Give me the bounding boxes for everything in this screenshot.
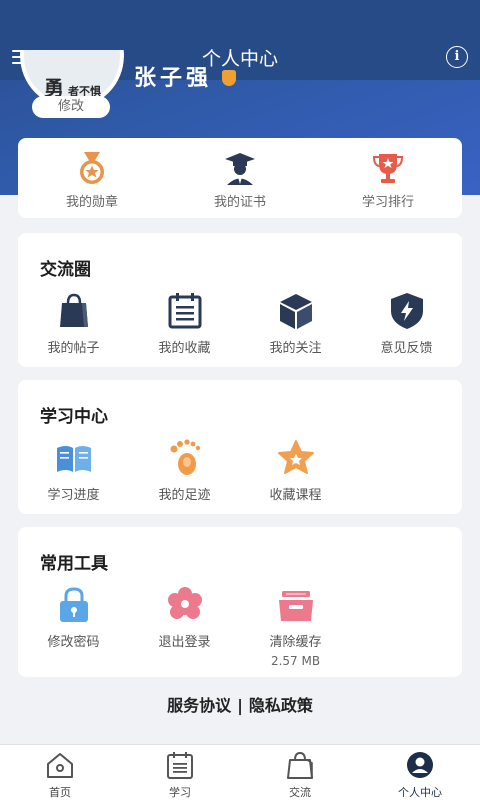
shield-bolt-icon xyxy=(387,291,427,331)
my-posts-label: 我的帖子 xyxy=(47,341,100,356)
my-follows-button[interactable]: 我的关注 xyxy=(240,291,351,356)
study-center-card: 学习中心 学习进度 我的足迹 收藏课程 xyxy=(18,380,462,514)
cube-icon xyxy=(276,291,316,331)
clear-cache-button[interactable]: 清除缓存 2.57 MB xyxy=(240,585,351,668)
study-ranking-button[interactable]: 学习排行 xyxy=(314,150,462,210)
study-center-title: 学习中心 xyxy=(40,407,108,427)
tab-community-label: 交流 xyxy=(289,786,311,799)
my-footprints-label: 我的足迹 xyxy=(158,488,211,503)
favorite-courses-button[interactable]: 收藏课程 xyxy=(240,438,351,503)
my-favorites-label: 我的收藏 xyxy=(158,341,211,356)
tab-study-label: 学习 xyxy=(169,786,191,799)
my-medals-label: 我的勋章 xyxy=(65,195,118,210)
person-icon xyxy=(405,751,435,779)
change-password-button[interactable]: 修改密码 xyxy=(18,585,129,650)
clear-cache-label: 清除缓存 xyxy=(269,635,322,650)
privacy-policy-link[interactable]: 隐私政策 xyxy=(249,696,313,715)
community-card: 交流圈 我的帖子 我的收藏 我的关注 意见反馈 xyxy=(18,233,462,367)
my-posts-button[interactable]: 我的帖子 xyxy=(18,291,129,356)
shopping-bag-icon xyxy=(285,751,315,779)
home-icon xyxy=(45,751,75,779)
service-agreement-link[interactable]: 服务协议 xyxy=(167,696,231,715)
medal-icon xyxy=(74,150,110,186)
footprint-icon xyxy=(165,438,205,478)
tray-icon xyxy=(276,585,316,625)
favorite-courses-label: 收藏课程 xyxy=(269,488,322,503)
my-certificates-label: 我的证书 xyxy=(213,195,266,210)
flower-icon xyxy=(165,585,205,625)
star-icon xyxy=(276,438,316,478)
trophy-icon xyxy=(370,150,406,186)
graduate-icon xyxy=(222,150,258,186)
tab-study[interactable]: 学习 xyxy=(120,751,240,800)
change-password-label: 修改密码 xyxy=(47,635,100,650)
tools-title: 常用工具 xyxy=(40,554,108,574)
list-icon xyxy=(165,291,205,331)
tab-home[interactable]: 首页 xyxy=(0,751,120,800)
study-ranking-label: 学习排行 xyxy=(361,195,414,210)
info-icon[interactable]: i xyxy=(446,46,468,68)
my-medals-button[interactable]: 我的勋章 xyxy=(18,150,166,210)
tab-community[interactable]: 交流 xyxy=(240,751,360,800)
tab-profile[interactable]: 个人中心 xyxy=(360,751,480,800)
study-progress-button[interactable]: 学习进度 xyxy=(18,438,129,503)
lock-icon xyxy=(54,585,94,625)
level-badge-icon xyxy=(222,70,236,86)
study-progress-label: 学习进度 xyxy=(47,488,100,503)
my-certificates-button[interactable]: 我的证书 xyxy=(166,150,314,210)
my-follows-label: 我的关注 xyxy=(269,341,322,356)
tab-profile-label: 个人中心 xyxy=(398,786,442,799)
my-footprints-button[interactable]: 我的足迹 xyxy=(129,438,240,503)
bottom-tab-bar: 首页 学习 交流 个人中心 xyxy=(0,744,480,800)
bag-icon xyxy=(54,291,94,331)
username: 张子强 xyxy=(134,66,213,91)
cache-size: 2.57 MB xyxy=(270,654,321,668)
logout-label: 退出登录 xyxy=(158,635,211,650)
clipboard-icon xyxy=(165,751,195,779)
tab-home-label: 首页 xyxy=(49,786,71,799)
book-icon xyxy=(54,438,94,478)
feedback-button[interactable]: 意见反馈 xyxy=(351,291,462,356)
achievements-card: 我的勋章 我的证书 学习排行 xyxy=(18,138,462,218)
link-separator: | xyxy=(237,696,243,715)
my-favorites-button[interactable]: 我的收藏 xyxy=(129,291,240,356)
tools-card: 常用工具 修改密码 退出登录 清除缓存 2.57 MB xyxy=(18,527,462,677)
community-title: 交流圈 xyxy=(40,260,91,280)
edit-avatar-button[interactable]: 修改 xyxy=(32,96,110,118)
feedback-label: 意见反馈 xyxy=(380,341,433,356)
footer-links: 服务协议 | 隐私政策 xyxy=(0,692,480,716)
logout-button[interactable]: 退出登录 xyxy=(129,585,240,650)
